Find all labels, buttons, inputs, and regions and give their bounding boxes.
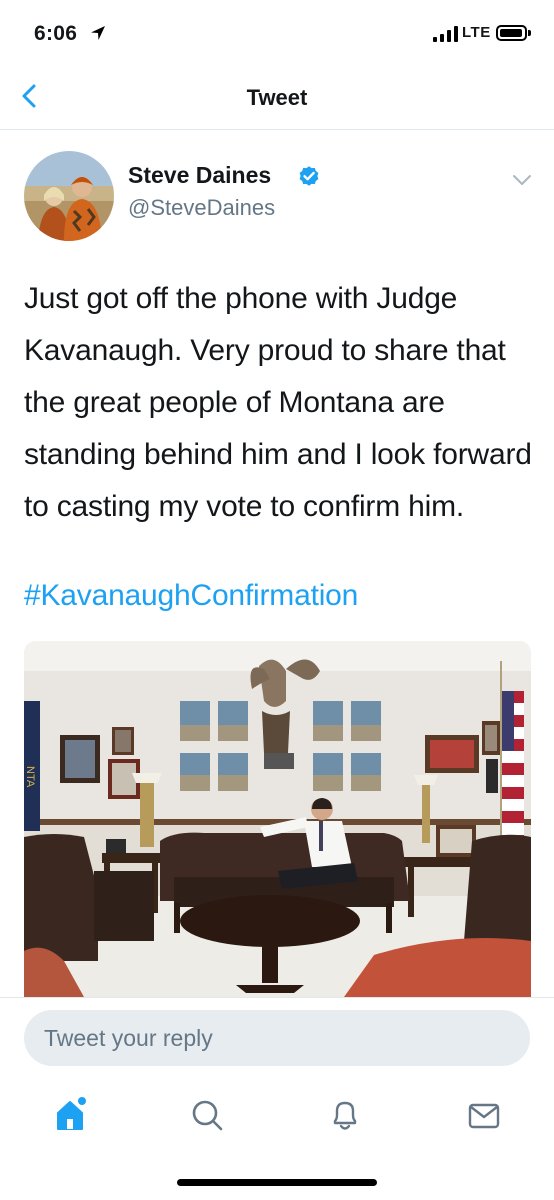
- reply-input[interactable]: [24, 1010, 530, 1066]
- author-name[interactable]: Steve Daines: [128, 162, 271, 189]
- nav-header: Tweet: [0, 62, 554, 130]
- battery-icon: [496, 25, 531, 41]
- verified-badge-icon: [299, 166, 319, 186]
- tweet-media-image[interactable]: NTA: [24, 641, 531, 997]
- tweet-text: Just got off the phone with Judge Kavana…: [24, 282, 532, 523]
- messages-envelope-icon[interactable]: [464, 1095, 504, 1135]
- status-time: 6:06: [34, 22, 78, 45]
- location-arrow-icon: [91, 26, 105, 40]
- search-icon[interactable]: [187, 1095, 227, 1135]
- status-bar: 6:06 LTE: [0, 0, 554, 62]
- hashtag-link[interactable]: #KavanaughConfirmation: [24, 579, 358, 613]
- flag-text: NTA: [24, 766, 36, 788]
- home-indicator: [177, 1179, 377, 1186]
- reply-bar: [0, 997, 554, 1081]
- cellular-signal-icon: [433, 26, 458, 42]
- home-icon[interactable]: [50, 1095, 90, 1135]
- notifications-bell-icon[interactable]: [325, 1095, 365, 1135]
- author-handle[interactable]: @SteveDaines: [128, 195, 275, 221]
- network-type: LTE: [462, 24, 491, 41]
- chevron-down-icon[interactable]: [510, 170, 534, 190]
- avatar[interactable]: [24, 151, 114, 241]
- page-title: Tweet: [246, 85, 308, 110]
